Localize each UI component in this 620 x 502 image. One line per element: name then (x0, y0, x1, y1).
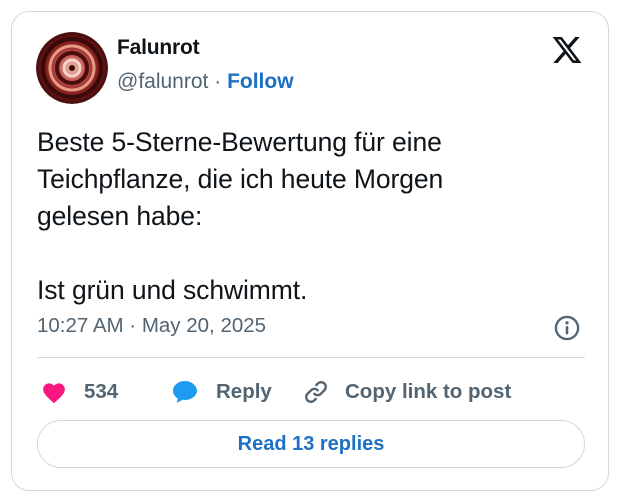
author-display-name[interactable]: Falunrot (117, 36, 200, 60)
author-handle[interactable]: @falunrot (117, 70, 208, 93)
like-button[interactable]: 534 (41, 372, 118, 412)
tweet-actions: 534 Reply Copy link to post (37, 372, 597, 412)
tweet-text-line: Beste 5-Sterne-Bewertung für eine (37, 127, 442, 157)
tweet-timestamp[interactable]: 10:27 AM · May 20, 2025 (37, 314, 266, 338)
tweet-text-line: Ist grün und schwimmt. (37, 275, 308, 305)
reply-button[interactable]: Reply (171, 372, 272, 412)
separator-dot: · (214, 70, 222, 93)
like-count: 534 (84, 380, 119, 403)
read-replies-button[interactable]: Read 13 replies (37, 420, 585, 468)
avatar-image (36, 32, 108, 104)
avatar[interactable] (36, 32, 108, 104)
info-icon[interactable] (553, 314, 581, 342)
heart-icon (43, 383, 65, 404)
x-logo-icon[interactable] (551, 34, 583, 66)
author-handle-row: @falunrot · Follow (117, 70, 294, 94)
copy-link-button[interactable]: Copy link to post (302, 372, 511, 412)
follow-button[interactable]: Follow (227, 70, 294, 93)
link-icon (305, 381, 327, 403)
read-replies-label: Read 13 replies (237, 432, 385, 455)
tweet-text-line: gelesen habe: (37, 201, 203, 231)
copy-link-label: Copy link to post (345, 380, 512, 403)
divider (37, 357, 585, 358)
reply-label: Reply (216, 380, 272, 403)
speech-bubble-icon (173, 381, 197, 403)
tweet-text: Beste 5-Sterne-Bewertung für eine Teichp… (37, 124, 597, 309)
tweet-text-line: Teichpflanze, die ich heute Morgen (37, 164, 444, 194)
tweet-embed-card: Falunrot @falunrot · Follow Beste 5-Ster… (11, 11, 609, 491)
